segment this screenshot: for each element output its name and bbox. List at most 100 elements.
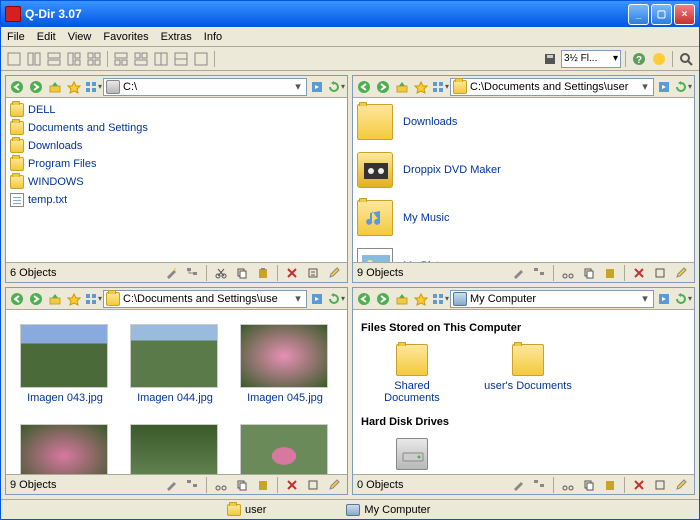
edit-icon[interactable] <box>325 264 343 282</box>
drive-select[interactable]: 3½ Fl...▾ <box>561 50 621 68</box>
pane-br-path[interactable]: My Computer ▾ <box>450 290 654 308</box>
cut-icon[interactable] <box>559 264 577 282</box>
favorite-icon[interactable] <box>65 78 83 96</box>
go-icon[interactable] <box>308 290 326 308</box>
pane-tr-content[interactable]: Downloads Droppix DVD Maker My Music My … <box>353 98 694 262</box>
menu-edit[interactable]: Edit <box>37 31 56 43</box>
delete-icon[interactable] <box>630 476 648 494</box>
edit-icon[interactable] <box>672 476 690 494</box>
up-icon[interactable] <box>46 78 64 96</box>
layout-alt1-icon[interactable] <box>112 50 130 68</box>
properties-icon[interactable] <box>651 476 669 494</box>
go-icon[interactable] <box>655 78 673 96</box>
list-item[interactable]: WINDOWS <box>10 174 343 190</box>
pane-br-content[interactable]: Files Stored on This Computer Shared Doc… <box>353 310 694 474</box>
paste-icon[interactable] <box>601 264 619 282</box>
up-icon[interactable] <box>393 78 411 96</box>
copy-icon[interactable] <box>233 264 251 282</box>
thumbnail-item[interactable] <box>20 424 110 474</box>
menu-view[interactable]: View <box>68 31 92 43</box>
back-icon[interactable] <box>8 290 26 308</box>
shared-docs-item[interactable]: Shared Documents <box>367 344 457 404</box>
close-button[interactable]: × <box>674 4 695 25</box>
delete-icon[interactable] <box>283 476 301 494</box>
properties-icon[interactable] <box>304 476 322 494</box>
delete-icon[interactable] <box>630 264 648 282</box>
paste-icon[interactable] <box>254 264 272 282</box>
pane-bl-path[interactable]: C:\Documents and Settings\use ▾ <box>103 290 307 308</box>
list-item[interactable]: Downloads <box>357 102 690 142</box>
views-icon[interactable]: ▾ <box>431 78 449 96</box>
back-icon[interactable] <box>355 290 373 308</box>
menu-extras[interactable]: Extras <box>161 31 192 43</box>
wand-icon[interactable] <box>162 264 180 282</box>
layout-alt3-icon[interactable] <box>152 50 170 68</box>
thumbnail-item[interactable]: Imagen 044.jpg <box>130 324 220 404</box>
layout-4-icon[interactable] <box>85 50 103 68</box>
pane-tr-path[interactable]: C:\Documents and Settings\user ▾ <box>450 78 654 96</box>
thumbnail-item[interactable] <box>240 424 330 474</box>
paste-icon[interactable] <box>601 476 619 494</box>
thumbnail-item[interactable]: Imagen 043.jpg <box>20 324 110 404</box>
favorite-icon[interactable] <box>412 78 430 96</box>
thumbnail-item[interactable]: Imagen 045.jpg <box>240 324 330 404</box>
layout-alt2-icon[interactable] <box>132 50 150 68</box>
properties-icon[interactable] <box>651 264 669 282</box>
views-icon[interactable]: ▾ <box>431 290 449 308</box>
list-item[interactable]: temp.txt <box>10 192 343 208</box>
forward-icon[interactable] <box>27 78 45 96</box>
list-item[interactable]: Documents and Settings <box>10 120 343 136</box>
minimize-button[interactable]: _ <box>628 4 649 25</box>
favorite-icon[interactable] <box>65 290 83 308</box>
refresh-icon[interactable]: ▾ <box>327 290 345 308</box>
copy-icon[interactable] <box>580 264 598 282</box>
list-item[interactable]: Program Files <box>10 156 343 172</box>
wand-icon[interactable] <box>509 264 527 282</box>
local-disk-item[interactable]: Local Disk (C:) <box>367 438 457 474</box>
cut-icon[interactable] <box>559 476 577 494</box>
wand-icon[interactable] <box>162 476 180 494</box>
refresh-icon[interactable]: ▾ <box>327 78 345 96</box>
list-item[interactable]: DELL <box>10 102 343 118</box>
forward-icon[interactable] <box>374 290 392 308</box>
layout-alt5-icon[interactable] <box>192 50 210 68</box>
up-icon[interactable] <box>46 290 64 308</box>
info-icon[interactable] <box>650 50 668 68</box>
list-item[interactable]: Droppix DVD Maker <box>357 150 690 190</box>
views-icon[interactable]: ▾ <box>84 290 102 308</box>
layout-2v-icon[interactable] <box>25 50 43 68</box>
up-icon[interactable] <box>393 290 411 308</box>
layout-2h-icon[interactable] <box>45 50 63 68</box>
forward-icon[interactable] <box>374 78 392 96</box>
copy-icon[interactable] <box>580 476 598 494</box>
delete-icon[interactable] <box>283 264 301 282</box>
wand-icon[interactable] <box>509 476 527 494</box>
cut-icon[interactable] <box>212 476 230 494</box>
menu-file[interactable]: File <box>7 31 25 43</box>
favorite-icon[interactable] <box>412 290 430 308</box>
layout-3-icon[interactable] <box>65 50 83 68</box>
go-icon[interactable] <box>655 290 673 308</box>
go-icon[interactable] <box>308 78 326 96</box>
paste-icon[interactable] <box>254 476 272 494</box>
tree-icon[interactable] <box>183 264 201 282</box>
menu-favorites[interactable]: Favorites <box>103 31 148 43</box>
back-icon[interactable] <box>355 78 373 96</box>
magnify-icon[interactable] <box>677 50 695 68</box>
layout-alt4-icon[interactable] <box>172 50 190 68</box>
list-item[interactable]: My Pictures <box>357 246 690 262</box>
floppy-icon[interactable] <box>541 50 559 68</box>
user-docs-item[interactable]: user's Documents <box>483 344 573 404</box>
layout-1-icon[interactable] <box>5 50 23 68</box>
refresh-icon[interactable]: ▾ <box>674 290 692 308</box>
tree-icon[interactable] <box>530 264 548 282</box>
maximize-button[interactable]: ▢ <box>651 4 672 25</box>
edit-icon[interactable] <box>325 476 343 494</box>
thumbnail-item[interactable] <box>130 424 220 474</box>
cut-icon[interactable] <box>212 264 230 282</box>
copy-icon[interactable] <box>233 476 251 494</box>
pane-tl-path[interactable]: C:\ ▾ <box>103 78 307 96</box>
titlebar[interactable]: Q-Dir 3.07 _ ▢ × <box>1 1 699 27</box>
tree-icon[interactable] <box>530 476 548 494</box>
views-icon[interactable]: ▾ <box>84 78 102 96</box>
